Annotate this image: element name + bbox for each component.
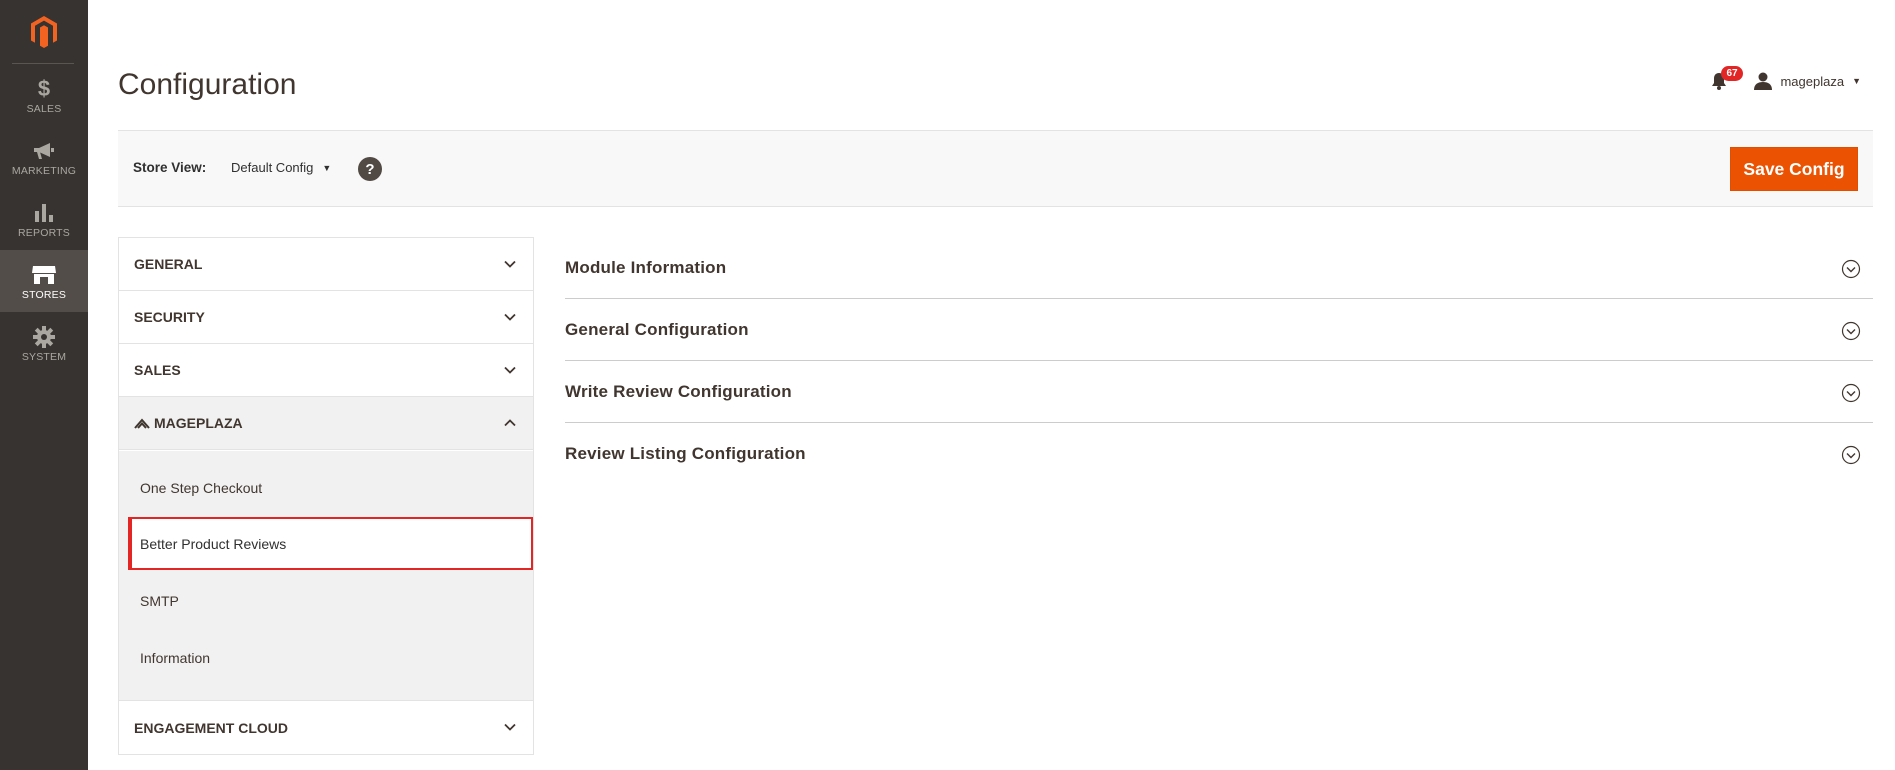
header-actions: 67 mageplaza ▼ xyxy=(1708,66,1861,92)
megaphone-icon xyxy=(32,138,56,164)
tab-item-one-step-checkout[interactable]: One Step Checkout xyxy=(119,461,533,514)
chevron-down-icon xyxy=(504,313,516,321)
expand-circle-icon xyxy=(1841,259,1861,279)
tab-item-better-product-reviews[interactable]: Better Product Reviews xyxy=(128,517,533,570)
chevron-down-icon xyxy=(504,723,516,731)
tab-engagement-cloud[interactable]: ENGAGEMENT CLOUD xyxy=(119,701,533,754)
nav-item-marketing[interactable]: MARKETING xyxy=(0,126,88,188)
admin-sidebar-nav: $ SALES MARKETING REPORTS STORES SYSTEM xyxy=(0,0,88,770)
tab-label: GENERAL xyxy=(134,256,203,272)
nav-item-label: MARKETING xyxy=(11,164,77,177)
dollar-icon: $ xyxy=(37,75,51,101)
nav-item-reports[interactable]: REPORTS xyxy=(0,188,88,250)
chevron-down-icon xyxy=(504,366,516,374)
tab-general[interactable]: GENERAL xyxy=(119,238,533,291)
mageplaza-tab-items: One Step Checkout Better Product Reviews… xyxy=(119,451,533,701)
tab-mageplaza[interactable]: MAGEPLAZA xyxy=(119,397,533,450)
section-title: Write Review Configuration xyxy=(565,381,792,401)
nav-item-stores[interactable]: STORES xyxy=(0,250,88,312)
magento-logo-icon xyxy=(31,16,57,48)
section-module-information[interactable]: Module Information xyxy=(565,237,1873,299)
section-title: Module Information xyxy=(565,257,727,277)
expand-circle-icon xyxy=(1841,383,1861,403)
gear-icon xyxy=(32,324,56,350)
expand-circle-icon xyxy=(1841,321,1861,341)
store-view-dropdown[interactable]: Default Config ▼ xyxy=(231,160,331,175)
expand-circle-icon xyxy=(1841,445,1861,465)
tab-sales[interactable]: SALES xyxy=(119,344,533,397)
tab-item-smtp[interactable]: SMTP xyxy=(119,574,533,627)
caret-down-icon: ▼ xyxy=(1852,76,1861,86)
section-title: General Configuration xyxy=(565,319,749,339)
nav-item-label: STORES xyxy=(21,288,67,301)
chevron-up-icon xyxy=(504,419,516,427)
tab-item-information[interactable]: Information xyxy=(119,631,533,684)
nav-item-label: REPORTS xyxy=(18,226,70,239)
page-title: Configuration xyxy=(118,68,297,101)
mageplaza-logo-icon xyxy=(134,417,150,429)
section-title: Review Listing Configuration xyxy=(565,444,806,463)
nav-item-system[interactable]: SYSTEM xyxy=(0,312,88,374)
user-account-menu[interactable]: mageplaza ▼ xyxy=(1754,72,1861,90)
caret-down-icon: ▼ xyxy=(322,162,332,173)
save-config-button[interactable]: Save Config xyxy=(1730,147,1858,191)
tab-security[interactable]: SECURITY xyxy=(119,291,533,344)
chevron-down-icon xyxy=(504,260,516,268)
bar-chart-icon xyxy=(33,200,55,226)
storefront-icon xyxy=(31,262,57,288)
store-view-value: Default Config xyxy=(231,160,314,175)
help-icon[interactable]: ? xyxy=(358,157,382,181)
nav-item-label: SYSTEM xyxy=(21,350,67,363)
config-tabs: GENERAL SECURITY SALES MAGEPLAZA One Ste… xyxy=(118,237,534,755)
tab-label: ENGAGEMENT CLOUD xyxy=(134,719,288,736)
user-icon xyxy=(1754,72,1773,90)
section-write-review-configuration[interactable]: Write Review Configuration xyxy=(565,361,1873,423)
tab-label: SALES xyxy=(134,362,181,378)
magento-logo[interactable] xyxy=(0,0,88,64)
user-name: mageplaza xyxy=(1780,73,1845,89)
tab-label: MAGEPLAZA xyxy=(154,415,243,431)
section-review-listing-configuration[interactable]: Review Listing Configuration xyxy=(565,423,1873,485)
notifications-button[interactable]: 67 xyxy=(1708,66,1743,92)
store-view-label: Store View: xyxy=(133,160,207,175)
tab-label: SECURITY xyxy=(134,309,205,325)
store-switcher-toolbar: Store View: Default Config ▼ ? Save Conf… xyxy=(118,130,1873,207)
nav-item-label: SALES xyxy=(26,102,62,115)
nav-item-sales[interactable]: $ SALES xyxy=(0,64,88,126)
notifications-count-badge: 67 xyxy=(1721,66,1743,81)
section-general-configuration[interactable]: General Configuration xyxy=(565,299,1873,361)
